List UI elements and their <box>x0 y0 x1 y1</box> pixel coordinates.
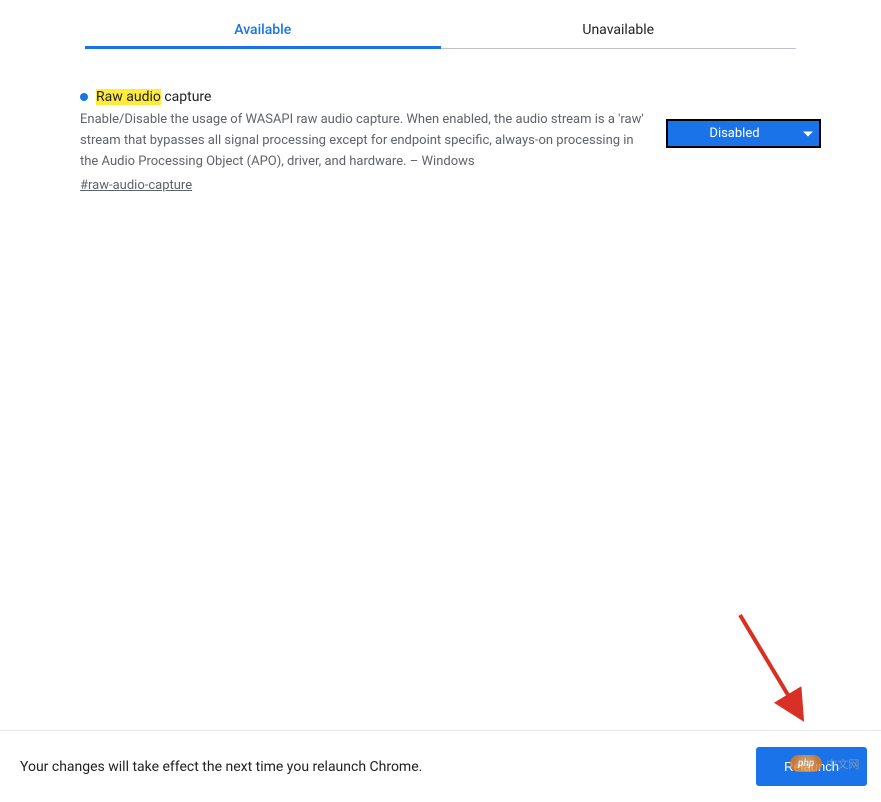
footer-bar: Your changes will take effect the next t… <box>0 730 881 802</box>
bullet-icon <box>80 93 88 101</box>
flag-title-rest: capture <box>161 89 212 105</box>
flag-text-block: Raw audio capture Enable/Disable the usa… <box>80 89 646 193</box>
flag-anchor-link[interactable]: #raw-audio-capture <box>80 178 192 193</box>
flag-select-container: Disabled <box>666 89 821 148</box>
watermark: php 中文网 <box>790 755 859 772</box>
tab-unavailable[interactable]: Unavailable <box>441 12 797 49</box>
flag-item: Raw audio capture Enable/Disable the usa… <box>80 89 821 193</box>
flag-title-highlighted: Raw audio <box>96 89 161 105</box>
watermark-text: 中文网 <box>826 756 859 772</box>
annotation-arrow-icon <box>730 610 830 730</box>
tab-available[interactable]: Available <box>85 12 441 49</box>
flag-title: Raw audio capture <box>80 89 646 105</box>
flag-state-select[interactable]: Disabled <box>666 119 821 148</box>
tab-bar: Available Unavailable <box>85 0 796 49</box>
php-badge: php <box>790 755 822 772</box>
content-area: Raw audio capture Enable/Disable the usa… <box>0 49 881 193</box>
flag-description: Enable/Disable the usage of WASAPI raw a… <box>80 110 646 172</box>
footer-message: Your changes will take effect the next t… <box>20 759 422 775</box>
